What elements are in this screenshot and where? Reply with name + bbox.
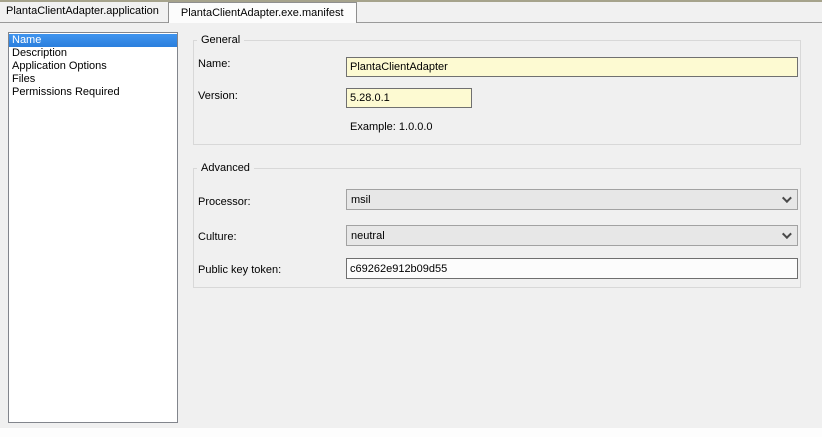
public-key-token-input[interactable] — [346, 258, 798, 279]
version-field-label: Version: — [198, 90, 238, 103]
processor-combobox[interactable]: msil — [346, 189, 798, 210]
advanced-groupbox: Advanced Processor: msil Culture: neutra… — [193, 168, 801, 288]
advanced-group-title: Advanced — [197, 162, 254, 175]
list-item-files[interactable]: Files — [9, 73, 177, 86]
list-item-application-options[interactable]: Application Options — [9, 60, 177, 73]
list-item-description[interactable]: Description — [9, 47, 177, 60]
bottom-strip — [0, 428, 822, 437]
tab-exe-manifest[interactable]: PlantaClientAdapter.exe.manifest — [168, 2, 357, 23]
name-input[interactable] — [346, 57, 798, 77]
version-input[interactable] — [346, 88, 472, 108]
list-item-name[interactable]: Name — [9, 34, 177, 47]
manifest-section-list: Name Description Application Options Fil… — [8, 32, 178, 423]
processor-field-label: Processor: — [198, 196, 251, 209]
document-tab-bar: PlantaClientAdapter.application PlantaCl… — [0, 2, 822, 23]
culture-field-label: Culture: — [198, 231, 237, 244]
manifest-editor-window: PlantaClientAdapter.application PlantaCl… — [0, 0, 822, 437]
list-item-permissions-required[interactable]: Permissions Required — [9, 86, 177, 99]
tab-application-manifest[interactable]: PlantaClientAdapter.application — [0, 2, 168, 22]
public-key-token-field-label: Public key token: — [198, 264, 281, 277]
culture-combobox[interactable]: neutral — [346, 225, 798, 246]
version-example-text: Example: 1.0.0.0 — [350, 121, 433, 134]
general-group-title: General — [197, 34, 244, 47]
chevron-down-icon — [782, 193, 792, 203]
name-field-label: Name: — [198, 58, 230, 71]
chevron-down-icon — [782, 229, 792, 239]
general-groupbox: General Name: Version: Example: 1.0.0.0 — [193, 40, 801, 145]
processor-combobox-value: msil — [351, 194, 371, 206]
culture-combobox-value: neutral — [351, 230, 385, 242]
